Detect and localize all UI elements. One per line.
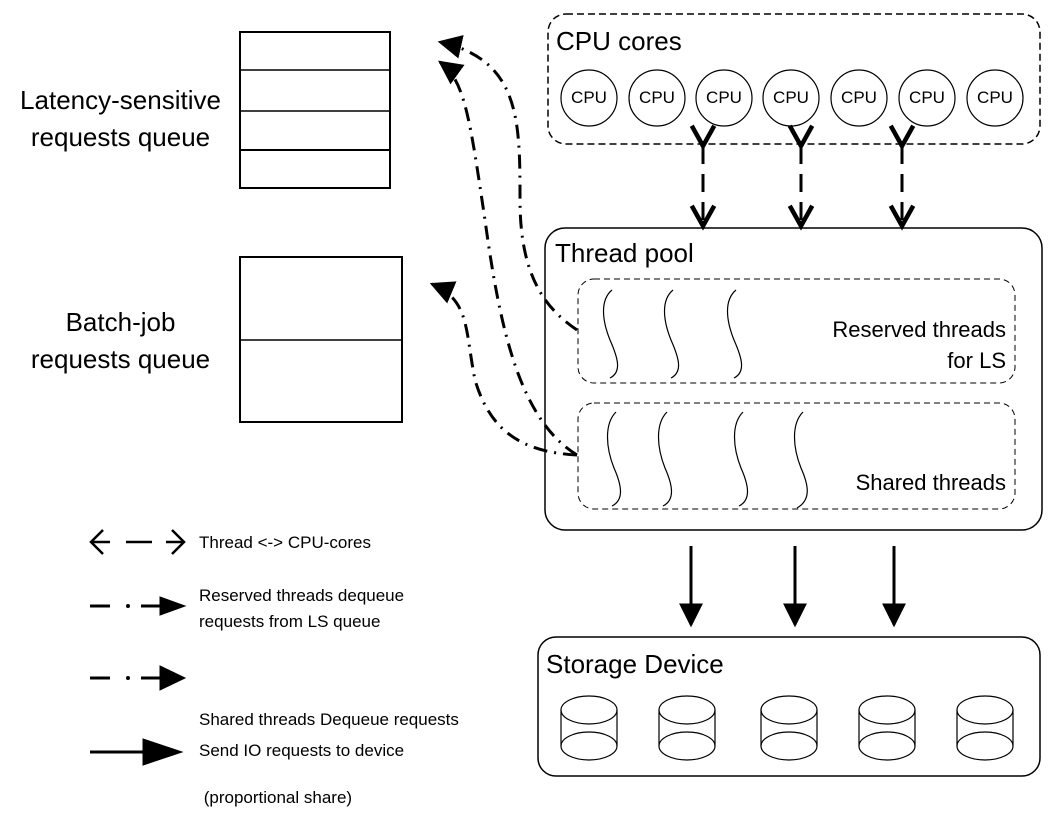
disk-icon [956, 695, 1014, 761]
cpu-core-label: CPU [706, 88, 742, 107]
legend-text: Send IO requests to device [199, 741, 405, 760]
cpu-core-label: CPU [841, 88, 877, 107]
thread-icon [602, 289, 619, 379]
thread-icon [606, 411, 622, 507]
thread-icon [657, 411, 673, 507]
cpu-core-label: CPU [773, 88, 809, 107]
cpu-core-label: CPU [571, 88, 607, 107]
reserved-threads-label: Reserved threads for LS [832, 317, 1006, 373]
shared-to-batch-arrow [429, 281, 578, 457]
disk-icon [858, 695, 916, 761]
solid-arrow-icon [90, 738, 184, 766]
legend-icons [89, 529, 187, 766]
legend-text: Thread <-> CPU-cores [199, 533, 371, 552]
batch-queue-label: Batch-job requests queue [30, 307, 211, 374]
dash-dot-arrow-icon [90, 596, 187, 616]
legend-text: Reserved threads dequeue requests from L… [199, 586, 405, 631]
disk-icon [560, 695, 618, 761]
ls-queue-box [239, 31, 391, 189]
io-arrows [679, 546, 906, 628]
cpu-core-label: CPU [639, 88, 675, 107]
reserved-to-ls-arrow [437, 35, 578, 332]
cpu-thread-arrows [703, 146, 902, 226]
disk-icons [560, 695, 1014, 761]
double-dashed-arrow-icon [89, 529, 186, 555]
storage-device-title: Storage Device [546, 649, 724, 679]
cpu-core-label: CPU [977, 88, 1013, 107]
disk-icon [658, 695, 716, 761]
reserved-thread-icons [602, 289, 743, 379]
cpu-cores-title: CPU cores [556, 26, 682, 56]
ls-queue-label: Latency-sensitive requests queue [20, 85, 221, 152]
dash-dot-arrow-icon [90, 665, 187, 691]
disk-icon [760, 695, 818, 761]
batch-queue-box [239, 256, 403, 423]
thread-pool-title: Thread pool [555, 238, 694, 268]
shared-threads-label: Shared threads [855, 470, 1006, 495]
thread-icon [663, 289, 680, 379]
thread-icon [733, 411, 749, 507]
cpu-core-label: CPU [909, 88, 945, 107]
thread-icon [726, 289, 743, 379]
